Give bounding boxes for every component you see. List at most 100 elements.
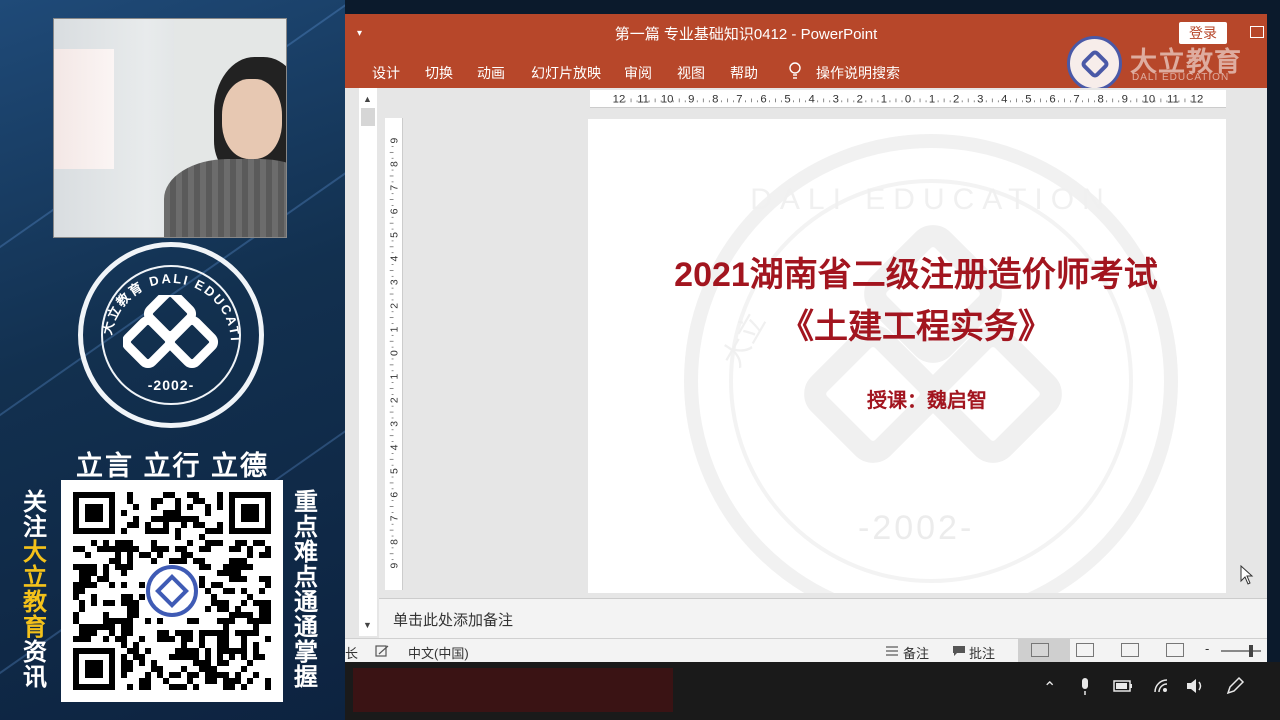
ruler-label: 8 <box>389 161 400 167</box>
editing-workspace: ▲ ▼ 12 11 10 9 8 7 6 5 4 3 2 1 0 1 2 3 4 5 6 7 8 9 10 11 12 9876… <box>345 88 1267 660</box>
ruler-label: 11 <box>1167 93 1179 105</box>
qr-code <box>61 480 283 702</box>
qr-code-image <box>73 492 271 690</box>
ruler-label: 10 <box>1143 93 1156 105</box>
scroll-thumb[interactable] <box>361 108 375 126</box>
ruler-label: 1 <box>389 326 400 332</box>
right-vertical-char: 通 <box>294 589 318 616</box>
status-slide-glyph: 长 <box>345 646 359 661</box>
brand-logo-icon <box>1067 36 1122 91</box>
ruler-label: 2 <box>389 397 400 403</box>
right-vertical-char: 点 <box>294 514 318 541</box>
mouse-cursor-icon <box>1240 565 1254 585</box>
tell-me-search[interactable]: 操作说明搜索 <box>816 63 900 83</box>
left-vertical-text: 关注大立教育资讯 <box>19 490 51 690</box>
slogan: 立言 立行 立德 <box>75 451 269 481</box>
taskbar: ⌃ <box>345 662 1280 720</box>
spell-check-icon[interactable] <box>375 645 389 657</box>
notes-pane[interactable]: 单击此处添加备注 <box>379 598 1267 638</box>
ruler-label: 1 <box>929 93 935 105</box>
taskbar-app-powerpoint[interactable] <box>353 668 673 712</box>
reading-view-icon[interactable] <box>1121 643 1139 657</box>
ruler-label: 1 <box>389 374 400 380</box>
ruler-label: 1 <box>881 93 887 105</box>
ribbon-display-options-icon[interactable] <box>1250 26 1264 38</box>
powerpoint-window: ▾ 第一篇 专业基础知识0412 - PowerPoint 登录 设计 切换 动… <box>345 14 1267 663</box>
ruler-label: 12 <box>1191 93 1204 105</box>
pen-icon[interactable] <box>1225 676 1245 696</box>
ruler-label: 2 <box>953 93 959 105</box>
scroll-up-icon[interactable]: ▲ <box>363 94 372 104</box>
ruler-label: 5 <box>1025 93 1031 105</box>
ruler-label: 3 <box>833 93 839 105</box>
right-vertical-char: 难 <box>294 539 318 566</box>
window-title: 第一篇 专业基础知识0412 - PowerPoint <box>614 26 878 43</box>
left-vertical-char: 立 <box>23 564 47 591</box>
ruler-label: 10 <box>661 93 674 105</box>
ruler-label: 3 <box>389 279 400 285</box>
scroll-down-icon[interactable]: ▼ <box>363 620 372 630</box>
comments-button[interactable]: 批注 <box>969 643 995 662</box>
ruler-label: 5 <box>784 93 790 105</box>
ribbon-tabs: 设计 切换 动画 幻灯片放映 审阅 视图 帮助 操作说明搜索 <box>345 54 1267 88</box>
left-vertical-char: 讯 <box>23 664 47 691</box>
slide-sorter-view-icon[interactable] <box>1076 643 1094 657</box>
comments-icon[interactable] <box>952 645 966 657</box>
tab-animations[interactable]: 动画 <box>477 63 505 83</box>
brand-name-en: DALI EDUCATION <box>1132 72 1230 83</box>
slide-title-line1[interactable]: 2021湖南省二级注册造价师考试 <box>588 247 1226 296</box>
ruler-label: 2 <box>857 93 863 105</box>
tab-view[interactable]: 视图 <box>677 63 705 83</box>
tab-slideshow[interactable]: 幻灯片放映 <box>531 63 601 83</box>
ruler-label: 9 <box>1122 93 1128 105</box>
ruler-label: 6 <box>760 93 766 105</box>
tab-transitions[interactable]: 切换 <box>425 63 453 83</box>
ruler-label: 7 <box>736 93 742 105</box>
ruler-label: 6 <box>389 492 400 498</box>
notes-icon[interactable] <box>886 646 898 656</box>
ruler-label: 0 <box>389 350 400 356</box>
left-vertical-char: 大 <box>23 539 47 566</box>
notes-placeholder[interactable]: 单击此处添加备注 <box>393 609 513 630</box>
ruler-label: 7 <box>389 515 400 521</box>
ruler-label: 9 <box>389 137 400 143</box>
notes-button[interactable]: 备注 <box>903 643 929 662</box>
right-vertical-char: 重 <box>294 489 318 516</box>
ruler-label: 5 <box>389 232 400 238</box>
slide-title-line2[interactable]: 《土建工程实务》 <box>588 299 1226 348</box>
battery-icon[interactable] <box>1113 679 1133 693</box>
wifi-icon[interactable] <box>1153 678 1169 694</box>
ruler-label: 4 <box>1001 93 1007 105</box>
tray-chevron-up-icon[interactable]: ⌃ <box>1043 678 1056 698</box>
right-vertical-char: 通 <box>294 614 318 641</box>
dali-logo: 大立教育 DALI EDUCATION -2002- <box>78 242 264 428</box>
slide-lecturer[interactable]: 授课：魏启智 <box>867 384 987 413</box>
right-vertical-char: 点 <box>294 564 318 591</box>
zoom-slider[interactable] <box>1221 645 1261 657</box>
watermark-logo: DALI EDUCATION 大立 -2002- <box>684 134 1178 593</box>
microphone-icon[interactable] <box>1080 678 1090 696</box>
slideshow-view-icon[interactable] <box>1166 643 1184 657</box>
tab-design[interactable]: 设计 <box>372 63 400 83</box>
logo-year: -2002- <box>147 377 195 393</box>
ruler-label: 7 <box>1073 93 1079 105</box>
right-vertical-char: 握 <box>294 664 318 691</box>
normal-view-icon[interactable] <box>1031 643 1049 657</box>
horizontal-ruler: 12 11 10 9 8 7 6 5 4 3 2 1 0 1 2 3 4 5 6 7 8 9 10 11 12 <box>590 90 1226 108</box>
watermark-year: -2002- <box>858 509 974 547</box>
ruler-label: 6 <box>1049 93 1055 105</box>
promo-panel: 大立教育 DALI EDUCATION -2002- 立言 立行 立德 关注大立… <box>0 0 345 720</box>
tab-help[interactable]: 帮助 <box>730 63 758 83</box>
ruler-label: 3 <box>389 421 400 427</box>
vertical-scrollbar[interactable]: ▲ ▼ <box>359 88 377 636</box>
ruler-label: 4 <box>809 93 815 105</box>
title-bar: ▾ 第一篇 专业基础知识0412 - PowerPoint 登录 <box>345 14 1267 54</box>
screen: 大立教育 DALI EDUCATION -2002- 立言 立行 立德 关注大立… <box>0 0 1280 720</box>
language-indicator[interactable]: 中文(中国) <box>408 643 469 662</box>
volume-icon[interactable] <box>1185 677 1205 695</box>
left-vertical-char: 教 <box>23 589 47 616</box>
zoom-out-icon[interactable]: - <box>1205 641 1209 656</box>
left-vertical-char: 关 <box>23 489 47 516</box>
slide-canvas[interactable]: DALI EDUCATION 大立 -2002- 2021湖南省二级注册造价师考… <box>588 119 1226 593</box>
tab-review[interactable]: 审阅 <box>624 63 652 83</box>
